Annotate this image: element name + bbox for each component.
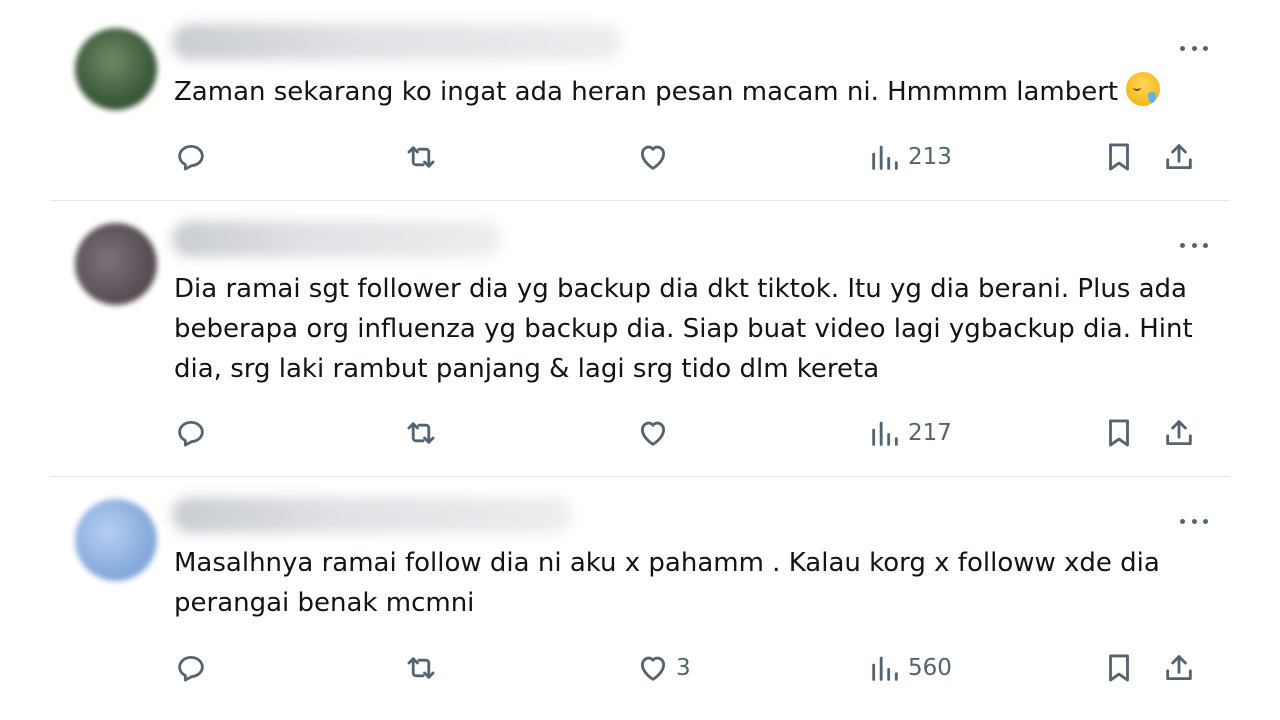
share-button[interactable] [1162, 413, 1196, 453]
heart-icon [640, 421, 666, 446]
reply-text: Zaman sekarang ko ingat ada heran pesan … [174, 72, 1194, 112]
reply-icon [178, 420, 204, 447]
reply-icon [178, 655, 204, 682]
like-button[interactable]: 3 [636, 648, 691, 688]
retweet-button[interactable] [404, 648, 438, 688]
sad-relieved-face-emoji-icon [1126, 72, 1161, 106]
bookmark-icon [1109, 654, 1129, 682]
heart-icon [640, 656, 666, 681]
reply-button[interactable] [174, 413, 208, 453]
more-icon[interactable] [1180, 44, 1208, 52]
views-button[interactable]: 217 [868, 413, 952, 453]
bookmark-icon [1109, 419, 1129, 447]
blurred-username [172, 24, 622, 60]
views-count: 213 [908, 144, 952, 170]
retweet-icon [407, 422, 435, 444]
reply-item[interactable]: Zaman sekarang ko ingat ada heran pesan … [50, 0, 1230, 200]
reply-icon [178, 144, 204, 171]
views-count: 217 [908, 420, 952, 446]
retweet-icon [407, 657, 435, 679]
like-button[interactable] [636, 413, 676, 453]
bookmark-button[interactable] [1102, 137, 1136, 177]
reply-text: Dia ramai sgt follower dia yg backup dia… [174, 274, 1193, 384]
views-button[interactable]: 213 [868, 137, 952, 177]
more-icon[interactable] [1180, 241, 1208, 249]
reply-button[interactable] [174, 137, 208, 177]
share-icon [1166, 655, 1192, 681]
more-icon[interactable] [1180, 517, 1208, 525]
blurred-username [172, 497, 572, 533]
views-count: 560 [908, 655, 952, 681]
share-button[interactable] [1162, 137, 1196, 177]
blurred-username [172, 221, 502, 257]
retweet-button[interactable] [404, 413, 438, 453]
retweet-button[interactable] [404, 137, 438, 177]
share-icon [1166, 144, 1192, 170]
share-icon [1166, 420, 1192, 446]
views-icon [872, 421, 898, 446]
heart-icon [640, 145, 666, 170]
action-bar: 213 [174, 137, 1204, 177]
share-button[interactable] [1162, 648, 1196, 688]
reply-item[interactable]: Dia ramai sgt follower dia yg backup dia… [50, 201, 1230, 476]
retweet-icon [407, 146, 435, 168]
views-button[interactable]: 560 [868, 648, 952, 688]
bookmark-button[interactable] [1102, 413, 1136, 453]
views-icon [872, 145, 898, 170]
bookmark-icon [1109, 143, 1129, 171]
reply-button[interactable] [174, 648, 208, 688]
reply-item[interactable]: Masalhnya ramai follow dia ni aku x paha… [50, 477, 1230, 720]
views-icon [872, 656, 898, 681]
avatar[interactable] [75, 28, 157, 110]
action-bar: 3 560 [174, 648, 1204, 688]
avatar[interactable] [75, 499, 157, 581]
bookmark-button[interactable] [1102, 648, 1136, 688]
like-button[interactable] [636, 137, 676, 177]
avatar[interactable] [75, 223, 157, 305]
reply-text: Masalhnya ramai follow dia ni aku x paha… [174, 548, 1160, 618]
action-bar: 217 [174, 413, 1204, 453]
like-count: 3 [676, 655, 691, 681]
